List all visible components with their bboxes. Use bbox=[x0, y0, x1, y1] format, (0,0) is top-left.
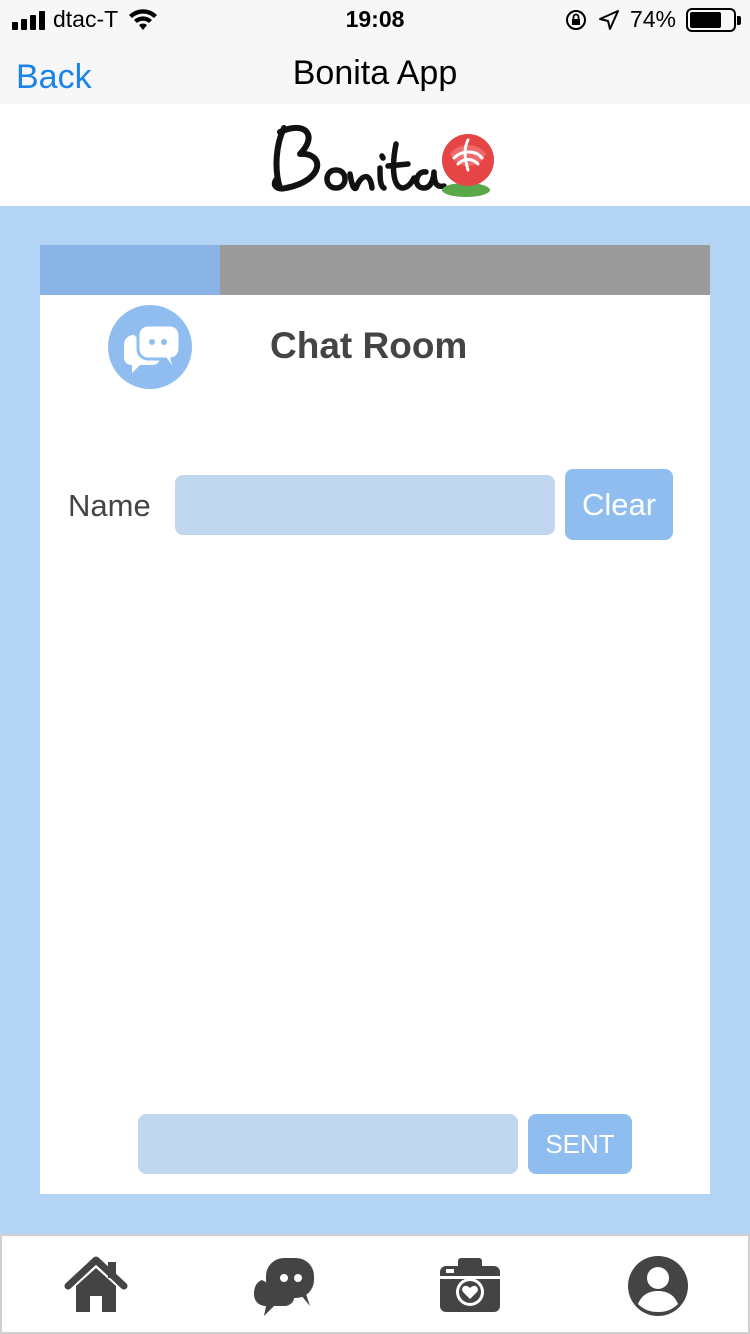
user-circle-icon bbox=[628, 1256, 688, 1316]
chat-bubbles-icon bbox=[124, 323, 182, 373]
navigation-bar: Back Bonita App bbox=[0, 40, 750, 104]
battery-percent: 74% bbox=[629, 6, 676, 32]
name-input[interactable] bbox=[175, 475, 555, 535]
chat-bubbles-icon bbox=[254, 1258, 314, 1316]
nav-home[interactable] bbox=[64, 1254, 128, 1318]
name-label: Name bbox=[68, 488, 151, 523]
battery-fill bbox=[690, 11, 722, 28]
tab-active[interactable] bbox=[40, 245, 220, 295]
tab-bar bbox=[40, 245, 710, 295]
nav-camera[interactable] bbox=[438, 1254, 502, 1318]
rose-icon bbox=[442, 134, 494, 197]
battery-icon bbox=[686, 7, 741, 32]
nav-profile[interactable] bbox=[626, 1254, 690, 1318]
tab-inactive[interactable] bbox=[220, 245, 710, 295]
clear-button[interactable]: Clear bbox=[565, 469, 673, 540]
orientation-lock-icon bbox=[565, 9, 586, 30]
home-icon bbox=[64, 1256, 128, 1312]
chat-room-badge bbox=[108, 305, 192, 389]
nav-chat[interactable] bbox=[252, 1254, 316, 1318]
send-button[interactable]: SENT bbox=[528, 1114, 632, 1174]
logo-band bbox=[0, 104, 750, 206]
bonita-logo bbox=[271, 124, 494, 197]
nav-title: Bonita App bbox=[292, 54, 458, 92]
message-input[interactable] bbox=[138, 1114, 518, 1174]
status-right: 74% bbox=[564, 6, 741, 33]
location-icon bbox=[598, 9, 619, 30]
status-bar: dtac-T 19:08 74% bbox=[0, 0, 750, 40]
chat-room-title: Chat Room bbox=[270, 325, 468, 366]
camera-heart-icon bbox=[440, 1258, 500, 1312]
bottom-navigation bbox=[0, 1234, 750, 1334]
chat-card: Chat Room Name Clear SENT bbox=[40, 245, 710, 1194]
